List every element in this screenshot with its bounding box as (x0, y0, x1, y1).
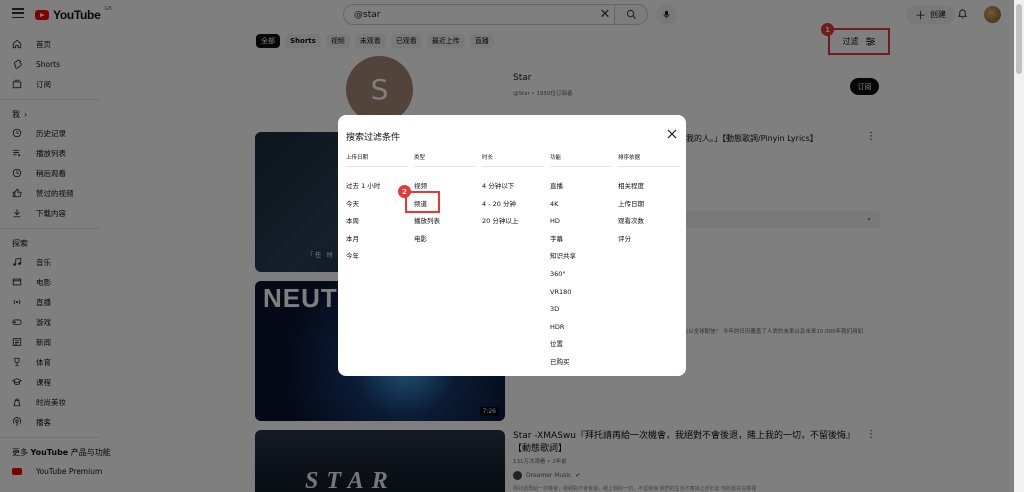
search-filters-dialog: 搜索过滤条件 上传日期 过去 1 小时 今天 本周 本月 今年 类型 视频 频道… (338, 115, 686, 376)
filter-option[interactable]: 直播 (550, 182, 612, 200)
filter-option[interactable]: 观看次数 (618, 217, 680, 235)
filter-option[interactable]: 4K (550, 200, 612, 218)
step-marker-2: 2 (398, 185, 411, 198)
dialog-title: 搜索过滤条件 (346, 133, 401, 143)
filter-option[interactable]: 相关程度 (618, 182, 680, 200)
filter-column-upload-date: 上传日期 过去 1 小时 今天 本周 本月 今年 (346, 153, 408, 270)
column-header: 排序依据 (618, 153, 680, 167)
filter-option[interactable]: 360° (550, 270, 612, 288)
filter-option[interactable]: 4 分钟以下 (482, 182, 544, 200)
close-dialog-button[interactable] (665, 127, 679, 141)
filter-option[interactable]: 本周 (346, 217, 408, 235)
filter-option[interactable]: 位置 (550, 340, 612, 358)
close-icon (667, 129, 677, 139)
filter-option[interactable]: 知识共享 (550, 252, 612, 270)
filter-option[interactable]: HD (550, 217, 612, 235)
filter-option[interactable]: 3D (550, 305, 612, 323)
filter-option[interactable]: 字幕 (550, 235, 612, 253)
filter-option[interactable]: 今天 (346, 200, 408, 218)
filter-option[interactable]: 电影 (414, 235, 476, 253)
column-header: 上传日期 (346, 153, 408, 167)
column-header: 类型 (414, 153, 476, 167)
scrollbar-thumb[interactable] (1016, 4, 1022, 74)
filter-option[interactable]: 已购买 (550, 358, 612, 376)
filter-option[interactable]: 播放列表 (414, 217, 476, 235)
filter-column-features: 功能 直播 4K HD 字幕 知识共享 360° VR180 3D HDR 位置… (550, 153, 612, 376)
filter-option[interactable]: HDR (550, 323, 612, 341)
filter-column-sort-by: 排序依据 相关程度 上传日期 观看次数 评分 (618, 153, 680, 252)
filter-option[interactable]: 20 分钟以上 (482, 217, 544, 235)
filter-option[interactable]: 本月 (346, 235, 408, 253)
column-header: 时长 (482, 153, 544, 167)
page-scrollbar[interactable] (1014, 0, 1024, 492)
filter-option[interactable]: 评分 (618, 235, 680, 253)
filter-option[interactable]: VR180 (550, 288, 612, 306)
column-header: 功能 (550, 153, 612, 167)
filter-column-duration: 时长 4 分钟以下 4 - 20 分钟 20 分钟以上 (482, 153, 544, 235)
filter-option[interactable]: 上传日期 (618, 200, 680, 218)
filter-option[interactable]: 4 - 20 分钟 (482, 200, 544, 218)
filter-option[interactable]: 今年 (346, 252, 408, 270)
